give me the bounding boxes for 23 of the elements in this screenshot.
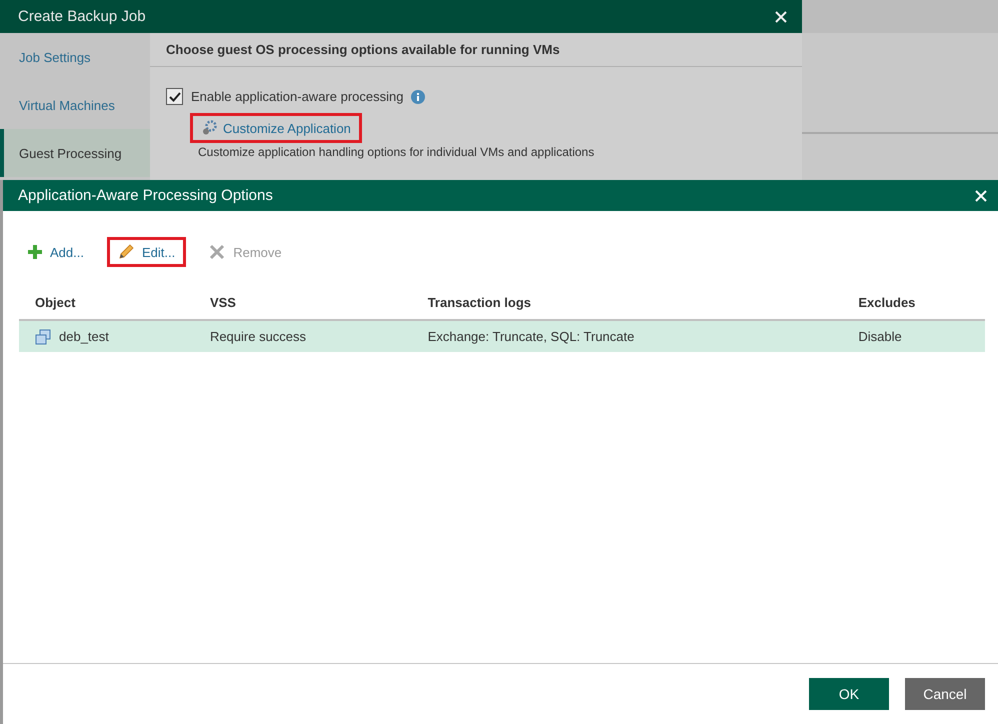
- add-button[interactable]: Add...: [17, 238, 95, 266]
- table-cell: Require success: [194, 320, 412, 352]
- ok-button[interactable]: OK: [809, 678, 889, 710]
- table-row[interactable]: deb_test Require success Exchange: Truncate, SQL: Truncate Disable: [19, 320, 985, 352]
- sidebar-item[interactable]: Guest Processing: [0, 129, 150, 177]
- table-cell: Disable: [842, 320, 985, 352]
- close-icon[interactable]: [774, 10, 788, 24]
- edit-button[interactable]: Edit...: [106, 237, 186, 267]
- window-title: Create Backup Job: [18, 8, 146, 25]
- pencil-icon: [118, 244, 134, 260]
- description-text: Customize application handling options for individual VMs and applications: [198, 145, 596, 159]
- info-icon[interactable]: [411, 90, 426, 104]
- cancel-button[interactable]: Cancel: [905, 678, 985, 710]
- customize-application-link[interactable]: Customize Application: [190, 113, 362, 143]
- checkbox-label: Enable application-aware processing: [191, 89, 404, 104]
- table-cell: deb_test: [19, 320, 194, 352]
- plus-icon: [28, 245, 42, 259]
- section-heading: Choose guest OS processing options available for running VMs: [166, 42, 560, 57]
- cross-icon: [209, 244, 226, 260]
- table-cell: Exchange: Truncate, SQL: Truncate: [412, 320, 842, 352]
- checkbox[interactable]: [166, 88, 183, 105]
- dialog-title: Application-Aware Processing Options: [18, 187, 273, 204]
- vm-icon: [35, 328, 51, 344]
